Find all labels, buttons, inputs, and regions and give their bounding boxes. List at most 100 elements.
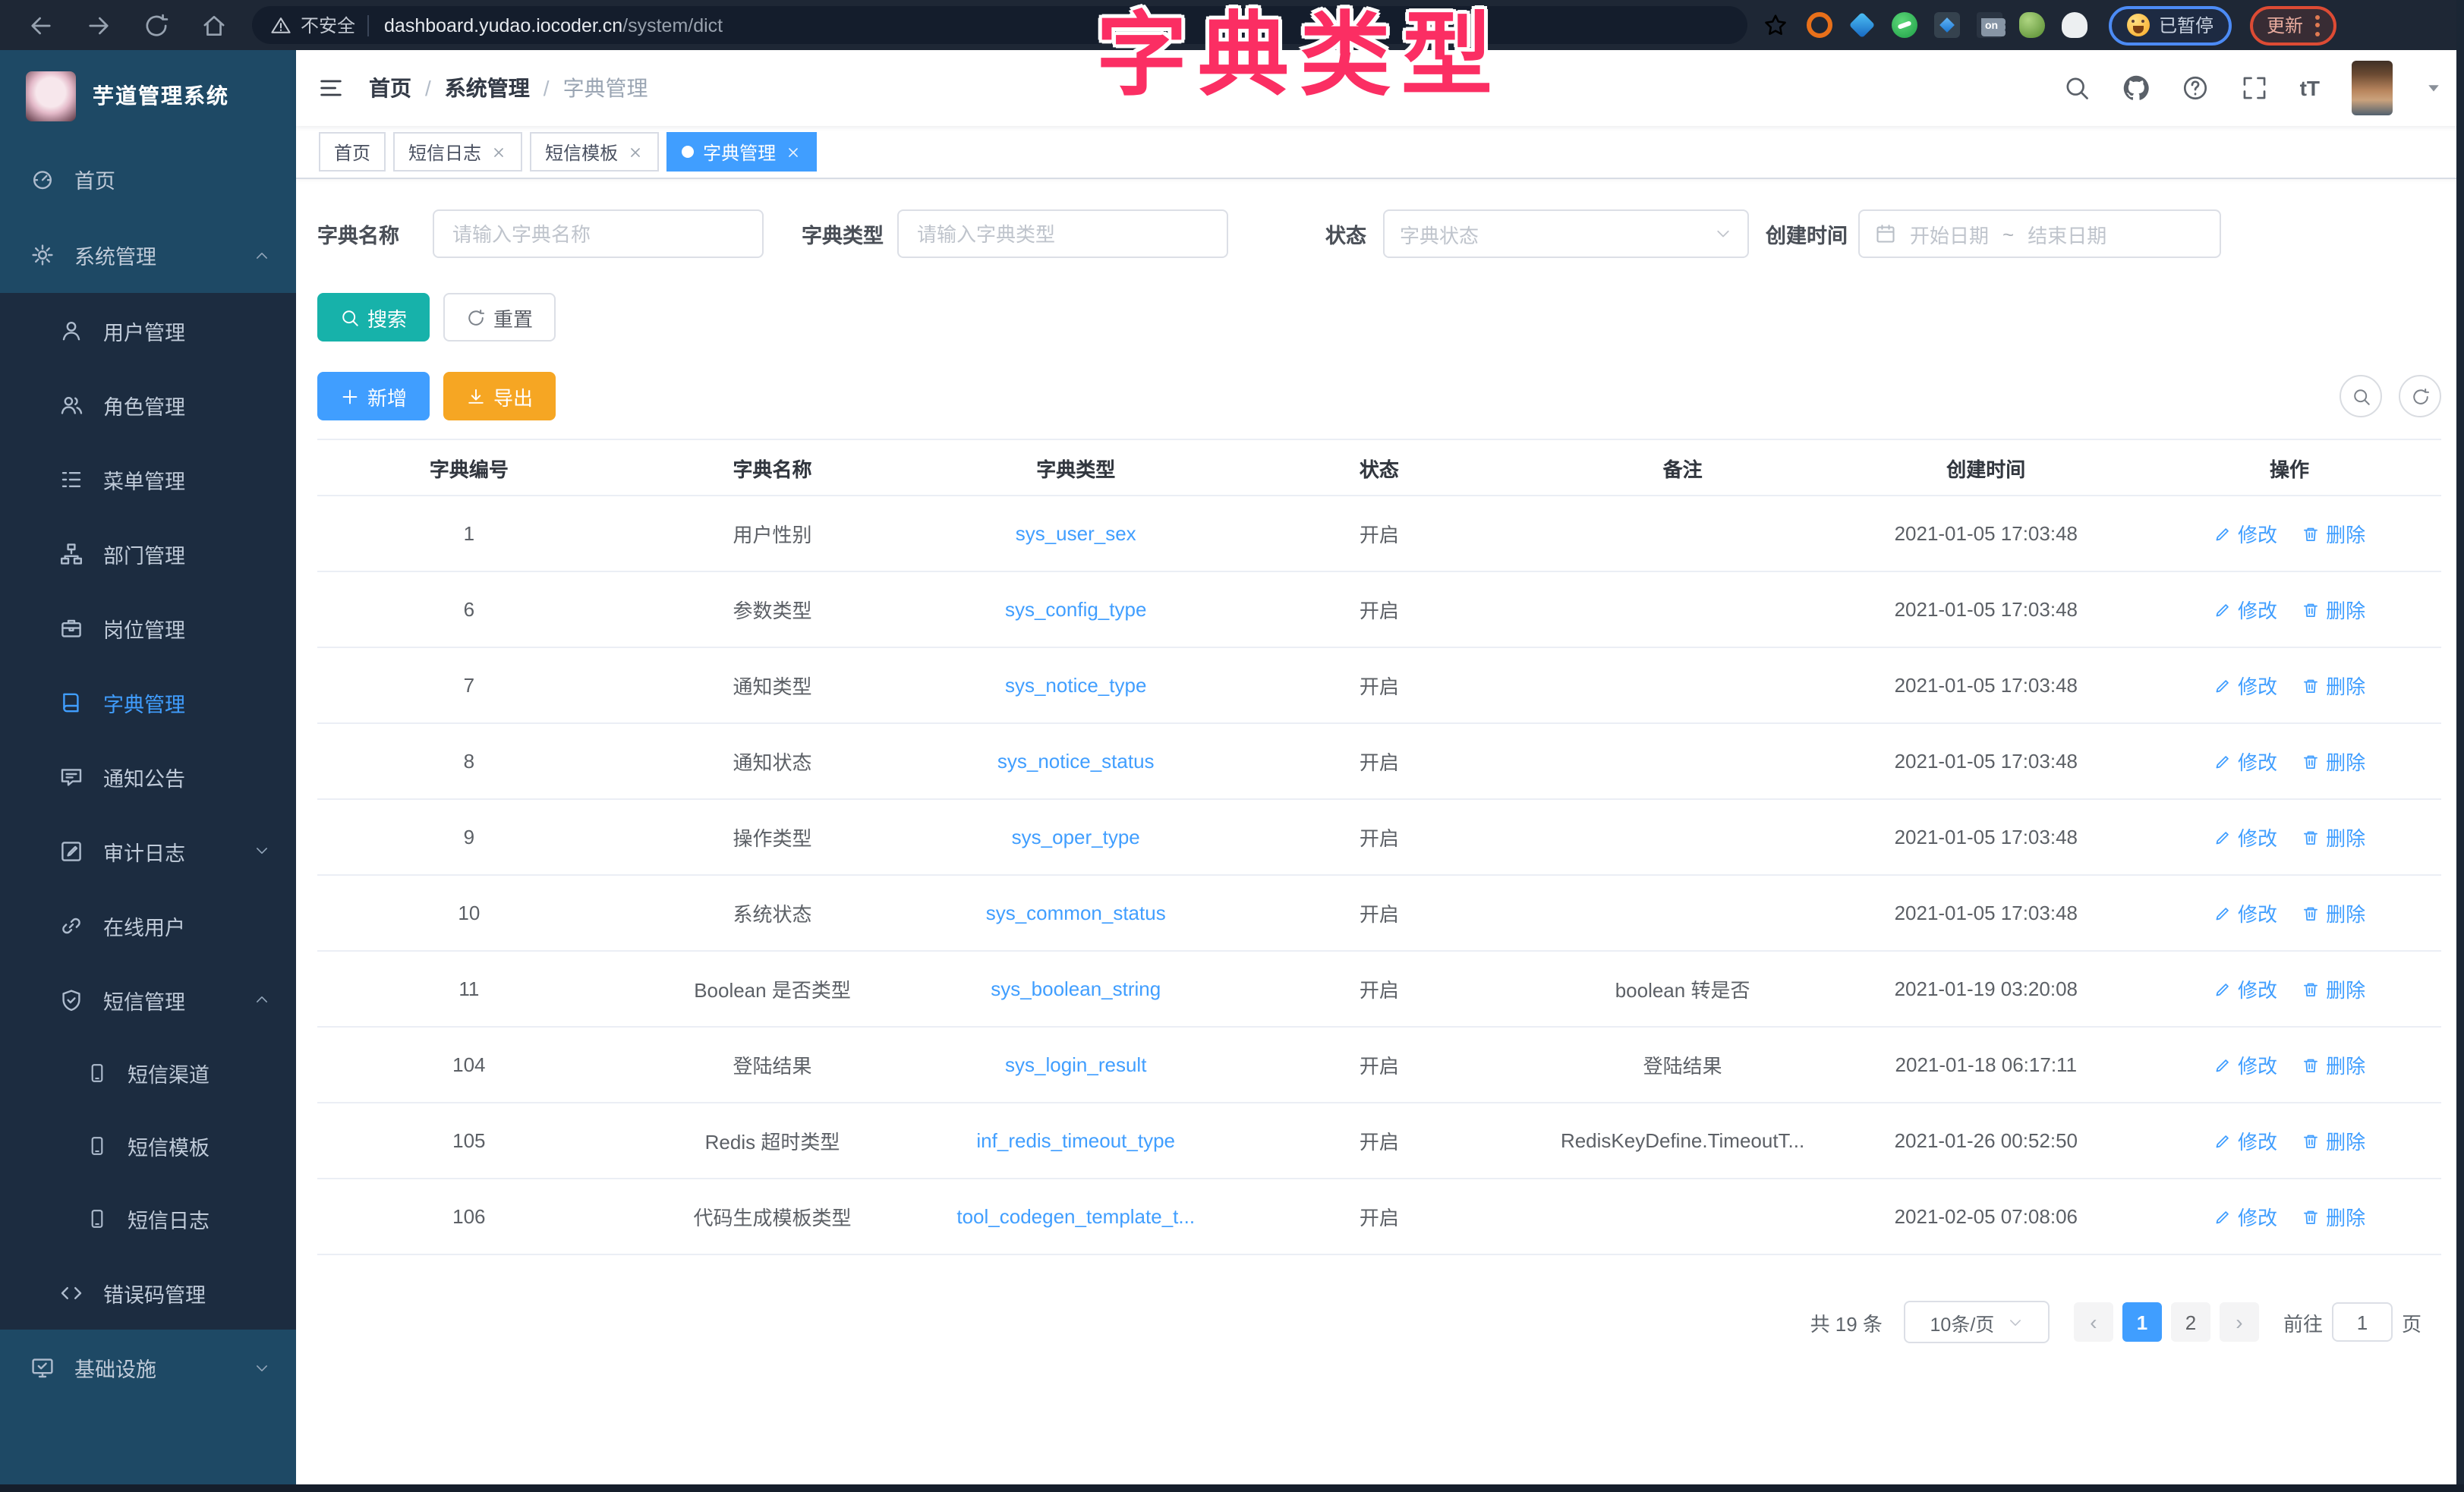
app-logo[interactable]: 芋道管理系统 bbox=[0, 50, 296, 141]
edit-link[interactable]: 修改 bbox=[2214, 671, 2277, 700]
edit-link[interactable]: 修改 bbox=[2214, 974, 2277, 1003]
goto-page-input[interactable] bbox=[2332, 1302, 2393, 1342]
dict-type-link[interactable]: sys_user_sex bbox=[1016, 522, 1136, 545]
dict-type-link[interactable]: sys_notice_status bbox=[997, 750, 1155, 773]
sidebar-item-home[interactable]: 首页 bbox=[0, 141, 296, 217]
page-button-1[interactable]: 1 bbox=[2122, 1302, 2162, 1342]
dict-type-link[interactable]: sys_notice_type bbox=[1005, 674, 1146, 697]
sidebar-item-user[interactable]: 用户管理 bbox=[0, 293, 296, 367]
sidebar-item-system[interactable]: 系统管理 bbox=[0, 217, 296, 293]
sidebar-item-notice[interactable]: 通知公告 bbox=[0, 739, 296, 814]
tag-短信模板[interactable]: 短信模板 bbox=[530, 132, 659, 172]
back-icon[interactable] bbox=[27, 11, 55, 39]
ext-ghost-icon[interactable] bbox=[2062, 12, 2087, 38]
close-icon[interactable] bbox=[782, 140, 805, 163]
export-button[interactable]: 导出 bbox=[443, 372, 556, 420]
dict-type-link[interactable]: sys_boolean_string bbox=[991, 977, 1161, 1000]
forward-icon[interactable] bbox=[85, 11, 112, 39]
dict-type-link[interactable]: sys_oper_type bbox=[1012, 826, 1140, 848]
delete-link[interactable]: 删除 bbox=[2302, 1126, 2365, 1155]
search-icon[interactable] bbox=[2063, 74, 2091, 102]
home-icon[interactable] bbox=[200, 11, 228, 39]
delete-link[interactable]: 删除 bbox=[2302, 1202, 2365, 1231]
edit-link[interactable]: 修改 bbox=[2214, 519, 2277, 548]
breadcrumb-item[interactable]: 首页 bbox=[369, 73, 411, 103]
sidebar-item-post[interactable]: 岗位管理 bbox=[0, 590, 296, 665]
sidebar-item-audit-log[interactable]: 审计日志 bbox=[0, 814, 296, 888]
help-icon[interactable] bbox=[2182, 74, 2209, 102]
edit-link[interactable]: 修改 bbox=[2214, 747, 2277, 776]
extension-paused-badge[interactable]: 已暂停 bbox=[2109, 5, 2232, 45]
sidebar-item-sms-log[interactable]: 短信日志 bbox=[0, 1182, 296, 1255]
dict-type-input[interactable] bbox=[897, 209, 1228, 258]
delete-link[interactable]: 删除 bbox=[2302, 671, 2365, 700]
ext-on-icon[interactable]: on bbox=[1977, 12, 2002, 38]
ext-tile-icon[interactable] bbox=[1934, 12, 1960, 38]
font-size-icon[interactable]: tT bbox=[2300, 77, 2320, 99]
edit-icon bbox=[2214, 676, 2232, 694]
add-button[interactable]: 新增 bbox=[317, 372, 430, 420]
dict-name-input[interactable] bbox=[433, 209, 764, 258]
refresh-table-button[interactable] bbox=[2399, 375, 2441, 417]
table-tools bbox=[2323, 375, 2441, 417]
sidebar-item-label: 用户管理 bbox=[103, 315, 185, 345]
ext-leaf-icon[interactable] bbox=[2019, 12, 2045, 38]
edit-link[interactable]: 修改 bbox=[2214, 595, 2277, 624]
page-button-2[interactable]: 2 bbox=[2171, 1302, 2210, 1342]
reset-button[interactable]: 重置 bbox=[443, 293, 556, 342]
ext-gem-icon[interactable] bbox=[1849, 12, 1876, 39]
delete-link[interactable]: 删除 bbox=[2302, 974, 2365, 1003]
sidebar-item-dict[interactable]: 字典管理 bbox=[0, 665, 296, 739]
edit-link[interactable]: 修改 bbox=[2214, 823, 2277, 851]
sidebar-item-sms-channel[interactable]: 短信渠道 bbox=[0, 1037, 296, 1110]
fullscreen-icon[interactable] bbox=[2241, 74, 2268, 102]
sidebar-item-infra[interactable]: 基础设施 bbox=[0, 1330, 296, 1405]
sidebar-item-role[interactable]: 角色管理 bbox=[0, 367, 296, 442]
next-page-button[interactable]: › bbox=[2220, 1302, 2259, 1342]
delete-link[interactable]: 删除 bbox=[2302, 519, 2365, 548]
avatar[interactable] bbox=[2352, 61, 2393, 115]
reload-icon[interactable] bbox=[143, 11, 170, 39]
sidebar-item-dept[interactable]: 部门管理 bbox=[0, 516, 296, 590]
browser-update-button[interactable]: 更新 bbox=[2250, 5, 2336, 45]
sidebar-item-online-user[interactable]: 在线用户 bbox=[0, 888, 296, 962]
sidebar-item-menu[interactable]: 菜单管理 bbox=[0, 442, 296, 516]
delete-link[interactable]: 删除 bbox=[2302, 899, 2365, 927]
breadcrumb-item[interactable]: 系统管理 bbox=[445, 73, 530, 103]
edit-link[interactable]: 修改 bbox=[2214, 1202, 2277, 1231]
github-icon[interactable] bbox=[2122, 74, 2150, 102]
dict-type-link[interactable]: sys_login_result bbox=[1005, 1053, 1146, 1076]
page-size-select[interactable]: 10条/页 bbox=[1904, 1301, 2050, 1343]
status-select[interactable]: 字典状态 bbox=[1383, 209, 1749, 258]
bookmark-star-icon[interactable] bbox=[1763, 12, 1788, 38]
date-range-picker[interactable]: 开始日期 ~ 结束日期 bbox=[1858, 209, 2221, 258]
delete-link[interactable]: 删除 bbox=[2302, 823, 2365, 851]
search-button[interactable]: 搜索 bbox=[317, 293, 430, 342]
kebab-menu-icon[interactable] bbox=[2315, 14, 2320, 36]
sidebar-item-error-code[interactable]: 错误码管理 bbox=[0, 1255, 296, 1330]
edit-link[interactable]: 修改 bbox=[2214, 899, 2277, 927]
dict-type-link[interactable]: inf_redis_timeout_type bbox=[976, 1129, 1175, 1152]
prev-page-button[interactable]: ‹ bbox=[2074, 1302, 2113, 1342]
dict-type-link[interactable]: tool_codegen_template_t... bbox=[956, 1205, 1195, 1228]
address-bar[interactable]: 不安全 dashboard.yudao.iocoder.cn/system/di… bbox=[252, 6, 1747, 44]
edit-link[interactable]: 修改 bbox=[2214, 1126, 2277, 1155]
sidebar-item-sms[interactable]: 短信管理 bbox=[0, 962, 296, 1037]
close-icon[interactable] bbox=[487, 140, 511, 163]
delete-link[interactable]: 删除 bbox=[2302, 747, 2365, 776]
edit-link[interactable]: 修改 bbox=[2214, 1050, 2277, 1079]
close-icon[interactable] bbox=[624, 140, 648, 163]
hamburger-icon[interactable] bbox=[317, 74, 345, 102]
delete-link[interactable]: 删除 bbox=[2302, 595, 2365, 624]
dict-type-link[interactable]: sys_common_status bbox=[986, 902, 1166, 924]
tag-首页[interactable]: 首页 bbox=[319, 132, 386, 172]
tag-字典管理[interactable]: 字典管理 bbox=[666, 132, 817, 172]
toggle-search-button[interactable] bbox=[2340, 375, 2382, 417]
tag-短信日志[interactable]: 短信日志 bbox=[393, 132, 522, 172]
dict-type-link[interactable]: sys_config_type bbox=[1005, 598, 1146, 621]
caret-down-icon[interactable] bbox=[2425, 79, 2443, 97]
delete-link[interactable]: 删除 bbox=[2302, 1050, 2365, 1079]
ext-green-icon[interactable] bbox=[1892, 12, 1917, 38]
ext-ring-icon[interactable] bbox=[1807, 12, 1832, 38]
sidebar-item-sms-template[interactable]: 短信模板 bbox=[0, 1110, 296, 1182]
